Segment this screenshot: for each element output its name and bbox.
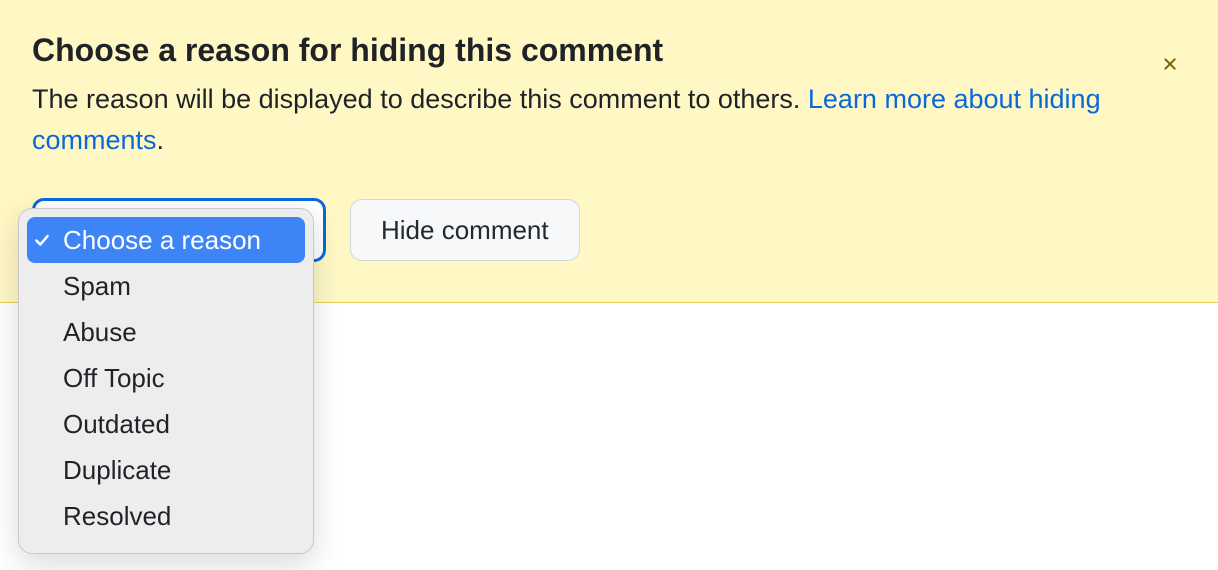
- checkmark-icon: [33, 507, 63, 525]
- dropdown-option-placeholder[interactable]: Choose a reason: [27, 217, 305, 263]
- subtitle-suffix: .: [157, 125, 165, 155]
- hide-comment-button[interactable]: Hide comment: [350, 199, 580, 261]
- dropdown-option-spam[interactable]: Spam: [19, 263, 313, 309]
- dropdown-option-label: Outdated: [63, 409, 299, 440]
- banner-subtitle: The reason will be displayed to describe…: [32, 79, 1182, 160]
- close-button[interactable]: [1156, 50, 1184, 78]
- reason-dropdown: Choose a reason Spam Abuse Off Topic Out…: [18, 208, 314, 554]
- dropdown-option-label: Abuse: [63, 317, 299, 348]
- dropdown-option-label: Choose a reason: [63, 225, 299, 256]
- dropdown-option-duplicate[interactable]: Duplicate: [19, 447, 313, 493]
- dropdown-option-abuse[interactable]: Abuse: [19, 309, 313, 355]
- dropdown-option-resolved[interactable]: Resolved: [19, 493, 313, 539]
- dropdown-option-off-topic[interactable]: Off Topic: [19, 355, 313, 401]
- checkmark-icon: [33, 369, 63, 387]
- checkmark-icon: [33, 231, 63, 249]
- checkmark-icon: [33, 277, 63, 295]
- dropdown-option-label: Duplicate: [63, 455, 299, 486]
- dropdown-option-outdated[interactable]: Outdated: [19, 401, 313, 447]
- dropdown-option-label: Resolved: [63, 501, 299, 532]
- checkmark-icon: [33, 323, 63, 341]
- subtitle-text: The reason will be displayed to describe…: [32, 84, 808, 114]
- checkmark-icon: [33, 415, 63, 433]
- close-icon: [1160, 54, 1180, 74]
- dropdown-option-label: Off Topic: [63, 363, 299, 394]
- banner-title: Choose a reason for hiding this comment: [32, 32, 1186, 69]
- dropdown-option-label: Spam: [63, 271, 299, 302]
- checkmark-icon: [33, 461, 63, 479]
